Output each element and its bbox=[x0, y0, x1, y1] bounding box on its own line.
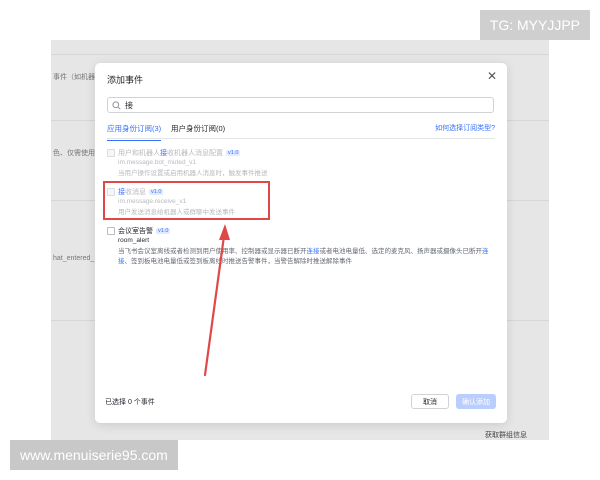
watermark-top: TG: MYYJJPP bbox=[479, 10, 590, 40]
watermark-bottom: www.menuiserie95.com bbox=[10, 440, 178, 470]
annotation-arrow bbox=[203, 224, 230, 377]
